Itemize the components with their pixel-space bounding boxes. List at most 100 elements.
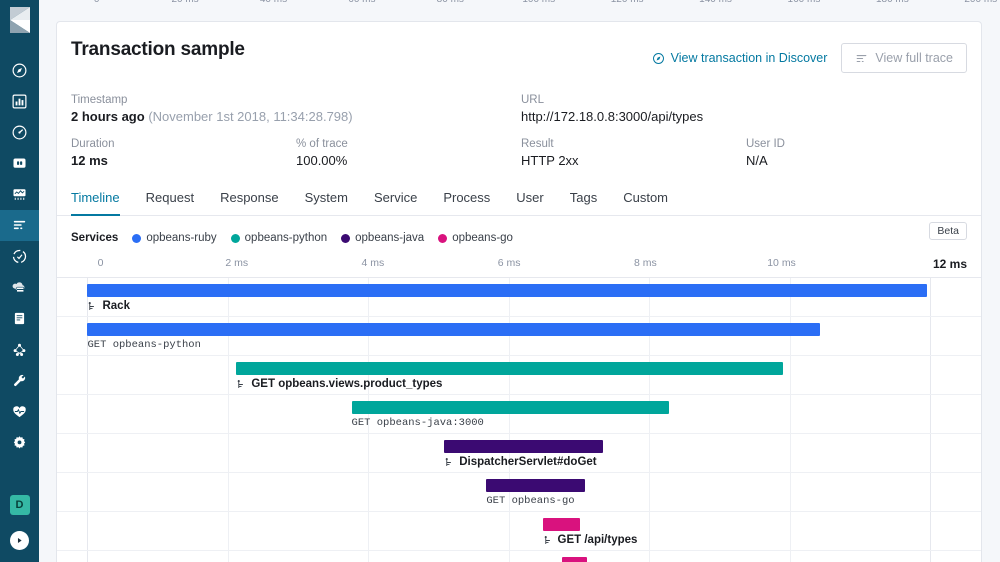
discover-compass-icon (652, 52, 665, 65)
waterfall-row[interactable]: DispatcherServlet#doGet (57, 434, 981, 473)
clipped-axis-tick: 40 ms (260, 0, 287, 5)
waterfall-row-label: DispatcherServlet#doGet (444, 456, 596, 468)
waterfall-bar[interactable] (352, 401, 669, 414)
view-in-discover-label: View transaction in Discover (671, 51, 828, 65)
waterfall-label-text: DispatcherServlet#doGet (459, 456, 596, 468)
tab-request[interactable]: Request (133, 190, 207, 215)
transaction-sample-panel: Transaction sample View transaction in D… (56, 21, 982, 562)
axis-tick-3: 6 ms (498, 257, 521, 269)
sidebar-item-apm[interactable] (0, 210, 39, 241)
waterfall-row[interactable]: Rack (57, 278, 981, 317)
axis-tick-1: 2 ms (225, 257, 248, 269)
waterfall-row[interactable]: GET opbeans.views.product_types (57, 356, 981, 395)
sidebar-item-logs[interactable] (0, 303, 39, 334)
clipped-axis-tick: 60 ms (348, 0, 375, 5)
tab-system[interactable]: System (292, 190, 361, 215)
view-full-trace-button[interactable]: View full trace (841, 43, 967, 73)
legend-label: opbeans-java (355, 232, 424, 244)
waterfall-row-label: GET opbeans.views.product_types (236, 378, 442, 390)
gear-icon (11, 434, 28, 451)
waterfall-row-label: GET opbeans-go (486, 495, 574, 507)
legend-label: opbeans-python (245, 232, 327, 244)
waterfall-label-text: GET opbeans.views.product_types (251, 378, 442, 390)
legend-dot-icon (132, 234, 141, 243)
axis-tick-5: 10 ms (767, 257, 796, 269)
sidebar-item-management[interactable] (0, 427, 39, 458)
canvas-icon (11, 155, 28, 172)
axis-tick-6: 12 ms (933, 257, 967, 271)
tab-process[interactable]: Process (430, 190, 503, 215)
waterfall-row-label: GET opbeans-java:3000 (352, 417, 484, 429)
waterfall-bar[interactable] (543, 518, 581, 531)
legend-item-opbeans-ruby[interactable]: opbeans-ruby (132, 232, 216, 244)
axis-tick-0: 0 (98, 257, 104, 269)
kibana-apm-screen: D 020 ms40 ms60 ms80 ms100 ms120 ms140 m… (0, 0, 1000, 562)
waterfall-label-text: GET /api/types (558, 534, 638, 546)
sidebar-item-canvas[interactable] (0, 148, 39, 179)
sidebar-item-dashboard[interactable] (0, 117, 39, 148)
meta-url: URL http://172.18.0.8:3000/api/types (521, 94, 946, 124)
detail-tabs: TimelineRequestResponseSystemServiceProc… (57, 168, 981, 216)
sidebar-item-visualize[interactable] (0, 86, 39, 117)
meta-url-value: http://172.18.0.8:3000/api/types (521, 109, 946, 124)
tab-tags[interactable]: Tags (557, 190, 610, 215)
legend-dot-icon (231, 234, 240, 243)
waterfall-row[interactable]: SELECT FROM product_types (57, 551, 981, 562)
view-in-discover-link[interactable]: View transaction in Discover (652, 51, 828, 65)
tab-response[interactable]: Response (207, 190, 292, 215)
legend-dot-icon (341, 234, 350, 243)
bar-chart-icon (11, 93, 28, 110)
legend-item-opbeans-go[interactable]: opbeans-go (438, 232, 513, 244)
meta-pct-of-trace: % of trace 100.00% (296, 138, 521, 168)
collapse-nav-button[interactable] (10, 531, 29, 550)
waterfall-bar[interactable] (444, 440, 603, 453)
legend-label: opbeans-ruby (146, 232, 216, 244)
heart-icon (11, 403, 28, 420)
kibana-logo[interactable] (0, 0, 39, 39)
tab-service[interactable]: Service (361, 190, 430, 215)
sidebar-item-monitoring[interactable] (0, 396, 39, 427)
clipped-axis-tick: 200 ms (964, 0, 997, 5)
play-circle-icon (15, 536, 24, 545)
global-nav-sidebar: D (0, 0, 39, 562)
clipped-axis-tick: 80 ms (437, 0, 464, 5)
sidebar-item-discover[interactable] (0, 55, 39, 86)
timeline-axis: 02 ms4 ms6 ms8 ms10 ms12 ms (71, 257, 967, 277)
beta-badge: Beta (929, 222, 967, 240)
sidebar-item-dev-tools[interactable] (0, 365, 39, 396)
avatar[interactable]: D (10, 495, 30, 515)
transaction-metadata: Timestamp 2 hours ago (November 1st 2018… (57, 73, 981, 168)
dashboard-gauge-icon (11, 124, 28, 141)
tab-timeline[interactable]: Timeline (71, 190, 133, 215)
clipped-axis-tick: 120 ms (611, 0, 644, 5)
page-title: Transaction sample (71, 39, 245, 61)
waterfall-row-label: GET opbeans-python (87, 339, 200, 351)
legend-item-opbeans-python[interactable]: opbeans-python (231, 232, 327, 244)
waterfall-bar[interactable] (562, 557, 587, 562)
waterfall-bar[interactable] (236, 362, 783, 375)
waterfall-row[interactable]: GET /api/types (57, 512, 981, 551)
nav-item-list (0, 55, 39, 458)
meta-userid-value: N/A (746, 153, 946, 168)
axis-tick-4: 8 ms (634, 257, 657, 269)
sidebar-item-infrastructure[interactable] (0, 272, 39, 303)
waterfall-bar[interactable] (87, 323, 819, 336)
sidebar-item-graph[interactable] (0, 334, 39, 365)
legend-item-opbeans-java[interactable]: opbeans-java (341, 232, 424, 244)
waterfall-bar[interactable] (87, 284, 926, 297)
sidebar-item-uptime[interactable] (0, 241, 39, 272)
sidebar-item-machine-learning[interactable] (0, 179, 39, 210)
waterfall-row[interactable]: GET opbeans-java:3000 (57, 395, 981, 434)
tab-custom[interactable]: Custom (610, 190, 681, 215)
waterfall-bar[interactable] (486, 479, 585, 492)
meta-pct-label: % of trace (296, 138, 521, 150)
services-legend: Services opbeans-rubyopbeans-pythonopbea… (57, 216, 981, 244)
clipped-axis-tick: 100 ms (522, 0, 555, 5)
tab-user[interactable]: User (503, 190, 556, 215)
waterfall-row[interactable]: GET opbeans-python (57, 317, 981, 356)
transaction-branch-icon (543, 535, 554, 546)
meta-duration-value: 12 ms (71, 153, 296, 168)
wrench-icon (11, 372, 28, 389)
timestamp-absolute: (November 1st 2018, 11:34:28.798) (148, 109, 352, 124)
waterfall-row[interactable]: GET opbeans-go (57, 473, 981, 512)
